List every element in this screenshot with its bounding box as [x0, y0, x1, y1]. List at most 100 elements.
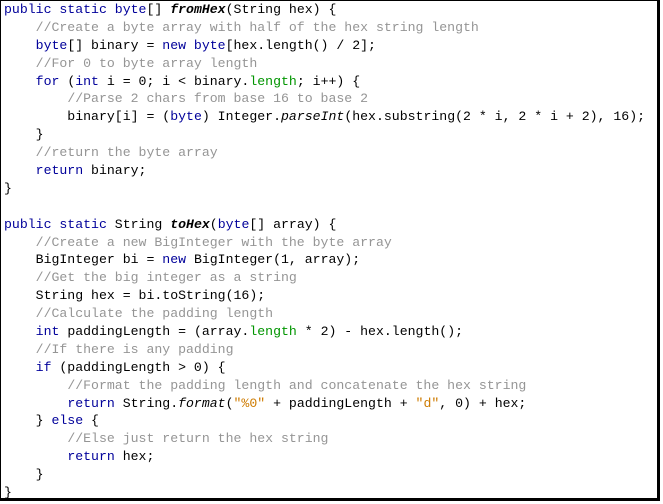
code-line: //Calculate the padding length	[4, 305, 645, 323]
code-line: //Else just return the hex string	[4, 430, 645, 448]
code-line: //Create a new BigInteger with the byte …	[4, 234, 645, 252]
code-text: (paddingLength > 0) {	[51, 359, 226, 375]
code-text: String hex) {	[233, 2, 337, 17]
code-block: public static byte[] fromHex(String hex)…	[4, 1, 645, 502]
code-text: (	[225, 2, 234, 17]
code-keyword: return	[67, 449, 115, 465]
code-line: //Format the padding length and concaten…	[4, 377, 645, 395]
code-text: }	[4, 467, 44, 483]
code-method-declaration: fromHex	[170, 2, 226, 17]
code-field: length	[249, 324, 297, 340]
code-comment: //For 0 to byte array length	[35, 55, 258, 71]
code-text: (	[209, 216, 218, 232]
code-string-literal: "%0"	[233, 395, 266, 411]
code-line: public static byte[] fromHex(String hex)…	[4, 1, 645, 19]
code-text: [] binary =	[67, 37, 163, 53]
code-comment: //Create a new BigInteger with the byte …	[35, 234, 392, 250]
code-snippet-panel: public static byte[] fromHex(String hex)…	[0, 0, 660, 501]
code-method-name: format	[178, 395, 226, 411]
code-keyword: for	[35, 73, 60, 89]
code-text: }	[4, 413, 52, 429]
code-line: binary[i] = (byte) Integer.parseInt(hex.…	[4, 108, 645, 126]
code-text: binary;	[83, 163, 147, 179]
code-text: {	[83, 413, 99, 429]
code-text: * 2) - hex.length();	[296, 324, 464, 340]
code-keyword: if	[35, 359, 52, 375]
code-comment: //Get the big integer as a string	[35, 270, 297, 286]
code-line: }	[4, 126, 645, 144]
code-text: String hex = bi.toString(16);	[4, 288, 266, 304]
code-text: (	[59, 73, 76, 89]
code-comment: //Else just return the hex string	[67, 431, 329, 447]
code-text: paddingLength = (array.	[59, 324, 250, 340]
code-text: String.	[114, 395, 179, 411]
code-comment: //If there is any padding	[35, 341, 234, 357]
code-line: } else {	[4, 412, 645, 430]
code-line: }	[4, 180, 645, 198]
code-text: binary[i] = (	[4, 109, 171, 125]
code-text: + paddingLength +	[265, 395, 416, 411]
code-line: return hex;	[4, 448, 645, 466]
code-text: hex;	[114, 449, 155, 465]
code-line: return String.format("%0" + paddingLengt…	[4, 395, 645, 413]
code-text: }	[4, 127, 44, 143]
code-text: [hex.length() / 2];	[225, 37, 376, 53]
code-keyword: return	[35, 163, 84, 179]
code-comment: //Format the padding length and concaten…	[67, 377, 527, 393]
code-keyword: byte	[217, 216, 250, 232]
code-field: length	[249, 73, 297, 89]
code-text: (	[225, 395, 234, 411]
code-text: BigInteger bi =	[4, 252, 163, 268]
code-line: //Create a byte array with half of the h…	[4, 19, 645, 37]
code-method-declaration: toHex	[170, 216, 210, 232]
code-text: String	[106, 216, 171, 232]
code-line: //For 0 to byte array length	[4, 55, 645, 73]
code-keyword: int	[35, 324, 60, 340]
code-text: [] array) {	[249, 216, 337, 232]
code-keyword: public static byte	[4, 2, 147, 17]
code-line: }	[4, 466, 645, 484]
code-line: BigInteger bi = new BigInteger(1, array)…	[4, 251, 645, 269]
code-comment: //return the byte array	[35, 145, 218, 161]
code-text: i = 0; i < binary.	[98, 73, 250, 89]
code-keyword: int	[75, 73, 99, 89]
code-line: String hex = bi.toString(16);	[4, 287, 645, 305]
code-line: return binary;	[4, 162, 645, 180]
code-keyword: new	[162, 252, 187, 268]
code-keyword: byte	[170, 109, 202, 125]
code-string-literal: "d"	[415, 395, 440, 411]
code-keyword: byte	[35, 37, 68, 53]
code-text: []	[146, 2, 171, 17]
code-text: }	[4, 180, 12, 196]
code-keyword: return	[67, 395, 115, 411]
code-keyword: new byte	[162, 37, 226, 53]
code-text: (hex.substring(2 * i, 2 * i + 2), 16);	[344, 109, 646, 125]
code-text: ; i++) {	[296, 73, 361, 89]
code-comment: //Calculate the padding length	[35, 306, 274, 322]
code-method-name: parseInt	[281, 109, 345, 125]
code-text: BigInteger(1, array);	[186, 252, 361, 268]
code-line: //If there is any padding	[4, 341, 645, 359]
code-line: if (paddingLength > 0) {	[4, 359, 645, 377]
code-line: //return the byte array	[4, 144, 645, 162]
code-line: int paddingLength = (array.length * 2) -…	[4, 323, 645, 341]
code-comment: //Create a byte array with half of the h…	[35, 19, 479, 35]
code-text: ) Integer.	[201, 109, 281, 125]
code-line: //Get the big integer as a string	[4, 269, 645, 287]
code-keyword: public static	[4, 216, 107, 232]
